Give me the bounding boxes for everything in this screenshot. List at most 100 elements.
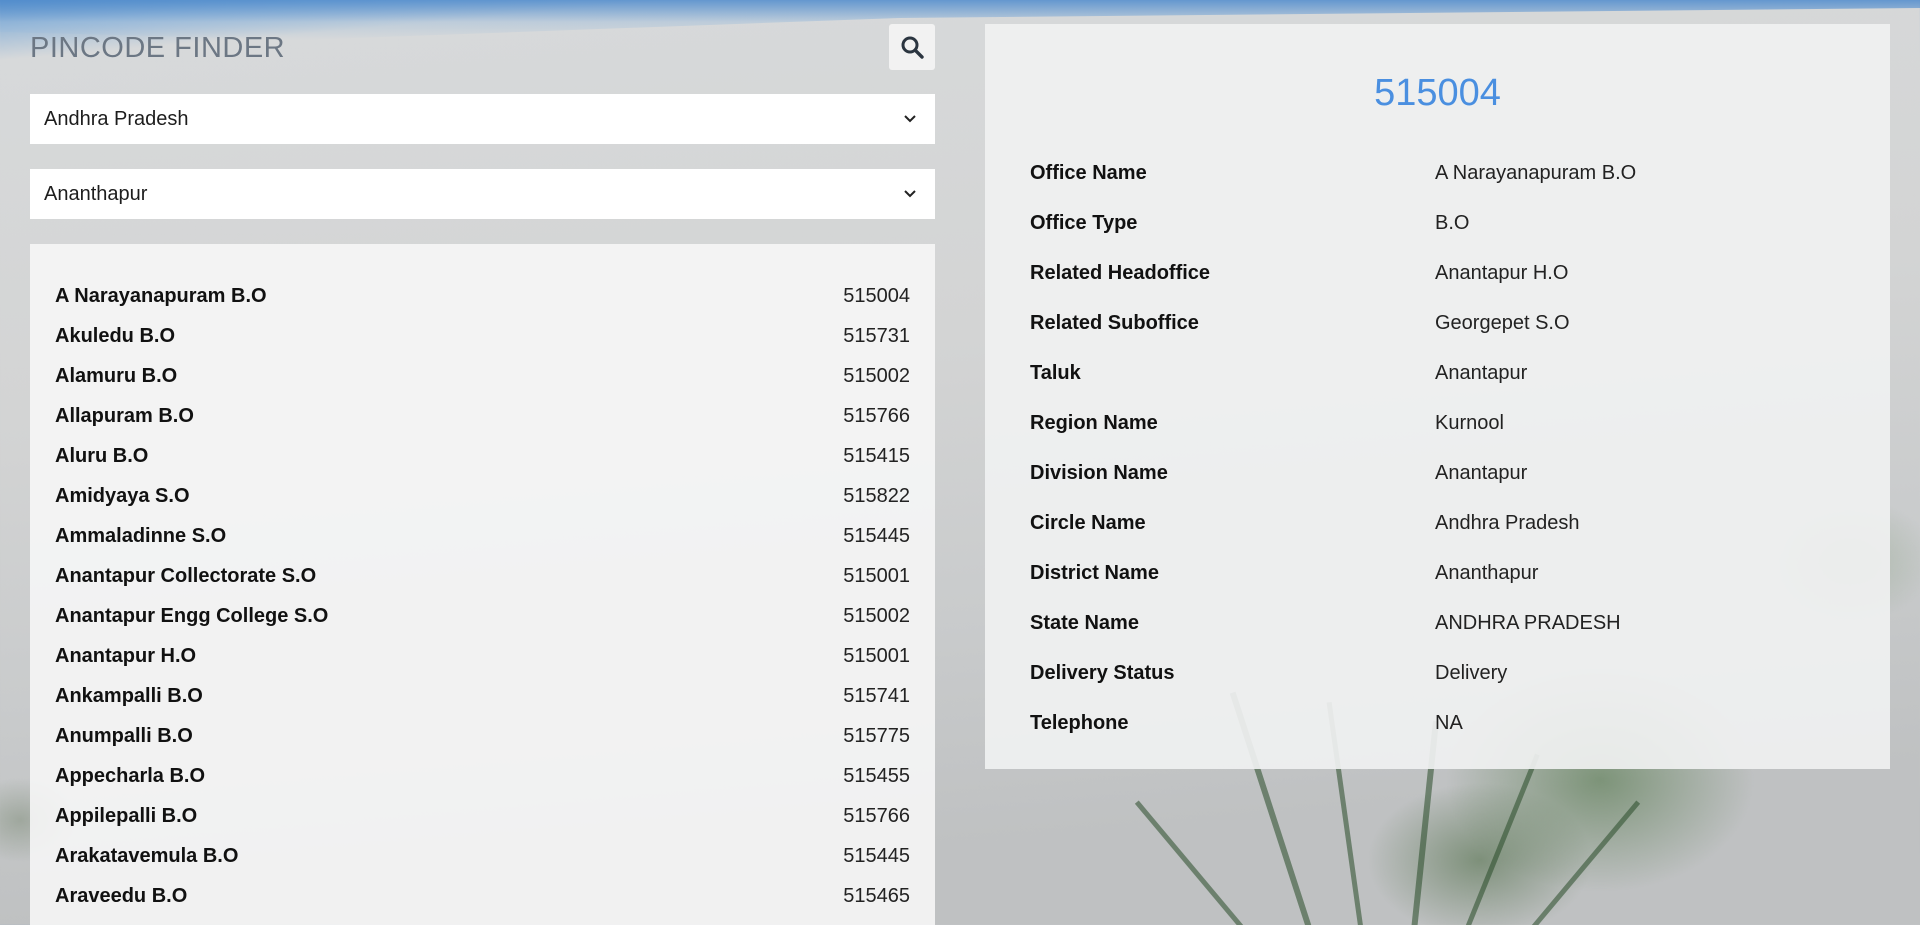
office-pincode: 515001 [843,564,910,587]
app-title: PINCODE FINDER [30,32,286,64]
list-item[interactable]: Amidyaya S.O 515822 [55,476,910,516]
office-detail-card: 515004 Office Name A Narayanapuram B.O Of… [985,24,1890,769]
detail-row: Region Name Kurnool [1030,398,1845,448]
background-grass [1520,800,1641,925]
office-list: A Narayanapuram B.O 515004 Akuledu B.O 515… [30,244,935,925]
office-pincode: 515822 [843,484,910,507]
list-item[interactable]: Akuledu B.O 515731 [55,316,910,356]
office-name: Anantapur Collectorate S.O [55,564,317,587]
detail-label: Division Name [1030,461,1168,484]
list-item[interactable]: Anumpalli B.O 515775 [55,716,910,756]
detail-label: Taluk [1030,361,1081,384]
list-item[interactable]: Anantapur H.O 515001 [55,636,910,676]
office-name: Akuledu B.O [55,324,176,347]
list-item[interactable]: Anantapur Engg College S.O 515002 [55,596,910,636]
background-grass [1460,753,1540,925]
list-item[interactable]: Ammaladinne S.O 515445 [55,516,910,556]
detail-pincode: 515004 [1374,72,1501,114]
search-icon [901,36,924,59]
detail-value: Anantapur H.O [1435,261,1569,284]
detail-value: Georgepet S.O [1435,311,1570,334]
list-item[interactable]: Araveedu B.O 515465 [55,876,910,916]
detail-value: ANDHRA PRADESH [1435,611,1621,634]
office-pincode: 515766 [843,804,910,827]
office-name: Appecharla B.O [55,764,206,787]
office-pincode: 515445 [843,844,910,867]
detail-label: Circle Name [1030,511,1146,534]
detail-label: Region Name [1030,411,1158,434]
search-button[interactable] [889,24,935,70]
office-pincode: 515455 [843,764,910,787]
list-item[interactable]: Appilepalli B.O 515766 [55,796,910,836]
chevron-down-icon [904,190,916,198]
list-item[interactable]: Alamuru B.O 515002 [55,356,910,396]
list-item[interactable]: Aluru B.O 515415 [55,436,910,476]
office-pincode: 515741 [843,684,910,707]
office-pincode: 515004 [843,284,910,307]
office-pincode: 515731 [843,324,910,347]
office-name: Allapuram B.O [55,404,194,427]
office-name: Appilepalli B.O [55,804,198,827]
office-name: Arakatavemula B.O [55,844,239,867]
detail-row: Office Name A Narayanapuram B.O [1030,148,1845,198]
office-pincode: 515001 [843,644,910,667]
detail-label: Telephone [1030,711,1129,734]
office-pincode: 515775 [843,724,910,747]
office-pincode: 515445 [843,524,910,547]
detail-label: State Name [1030,611,1139,634]
detail-value: Andhra Pradesh [1435,511,1580,534]
office-pincode: 515415 [843,444,910,467]
background-grass [1134,800,1255,925]
detail-label: Office Name [1030,161,1147,184]
detail-value: NA [1435,711,1463,734]
list-item[interactable]: Arakatavemula B.O 515445 [55,836,910,876]
office-name: Anantapur H.O [55,644,197,667]
detail-row: State Name ANDHRA PRADESH [1030,598,1845,648]
office-pincode: 515465 [843,884,910,907]
office-name: Ankampalli B.O [55,684,203,707]
district-select[interactable]: Ananthapur [30,169,935,219]
detail-row: Office Type B.O [1030,198,1845,248]
detail-value: A Narayanapuram B.O [1435,161,1637,184]
detail-label: District Name [1030,561,1159,584]
detail-row: Related Headoffice Anantapur H.O [1030,248,1845,298]
state-select[interactable]: Andhra Pradesh [30,94,935,144]
detail-label: Delivery Status [1030,661,1175,684]
office-name: Anumpalli B.O [55,724,193,747]
office-pincode: 515766 [843,404,910,427]
office-name: Aluru B.O [55,444,149,467]
detail-value: Anantapur [1435,361,1528,384]
detail-label: Related Headoffice [1030,261,1211,284]
detail-value: Delivery [1435,661,1508,684]
detail-row: Taluk Anantapur [1030,348,1845,398]
office-pincode: 515002 [843,364,910,387]
office-name: Araveedu B.O [55,884,188,907]
list-item[interactable]: A Narayanapuram B.O 515004 [55,276,910,316]
list-item[interactable]: Appecharla B.O 515455 [55,756,910,796]
detail-label: Office Type [1030,211,1138,234]
detail-row: District Name Ananthapur [1030,548,1845,598]
detail-row: Related Suboffice Georgepet S.O [1030,298,1845,348]
office-pincode: 515002 [843,604,910,627]
list-item[interactable]: Allapuram B.O 515766 [55,396,910,436]
detail-value: Kurnool [1435,411,1504,434]
district-select-value: Ananthapur [44,182,148,205]
list-item[interactable]: Anantapur Collectorate S.O 515001 [55,556,910,596]
detail-label: Related Suboffice [1030,311,1199,334]
detail-row: Delivery Status Delivery [1030,648,1845,698]
office-name: Amidyaya S.O [55,484,190,507]
state-select-value: Andhra Pradesh [44,107,189,130]
detail-row: Telephone NA [1030,698,1845,748]
finder-panel: PINCODE FINDER Andhra Pradesh Ananthapur [30,24,935,219]
list-item[interactable]: Ankampalli B.O 515741 [55,676,910,716]
detail-row: Division Name Anantapur [1030,448,1845,498]
header: PINCODE FINDER [30,24,935,70]
office-name: Alamuru B.O [55,364,178,387]
office-name: Anantapur Engg College S.O [55,604,329,627]
detail-row: Circle Name Andhra Pradesh [1030,498,1845,548]
detail-value: Anantapur [1435,461,1528,484]
detail-value: Ananthapur [1435,561,1539,584]
detail-value: B.O [1435,211,1470,234]
office-name: A Narayanapuram B.O [55,284,267,307]
office-name: Ammaladinne S.O [55,524,227,547]
